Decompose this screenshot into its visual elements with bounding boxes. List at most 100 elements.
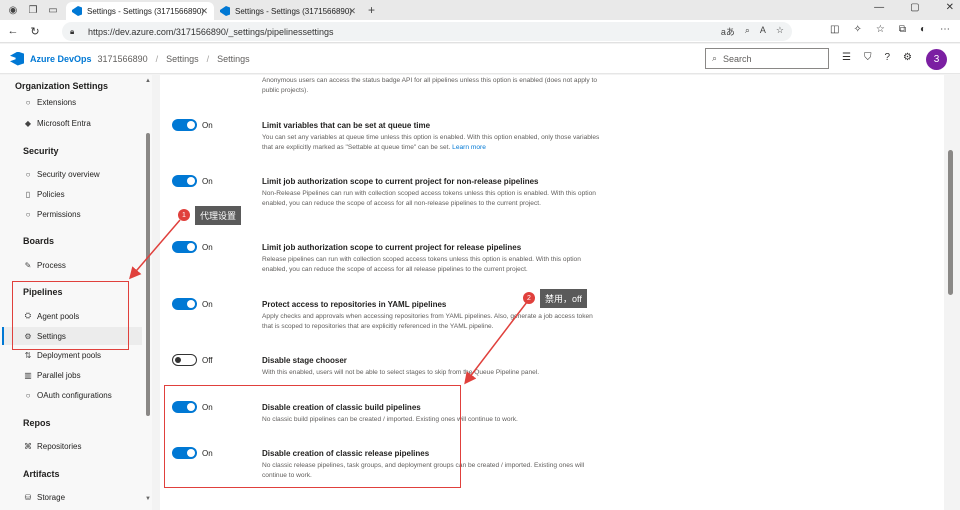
tab-title: Settings - Settings (3171566890)	[235, 6, 352, 16]
search-icon: ⌕	[712, 53, 718, 63]
sidebar-item-extensions[interactable]: ○ Extensions	[23, 98, 77, 107]
header-icons: ☰ ⛉ ? ⚙	[842, 52, 912, 63]
window-controls: — ▢ ✕	[874, 2, 954, 13]
reader-icon[interactable]: A	[760, 25, 766, 38]
option-description: You can set any variables at queue time …	[262, 133, 602, 153]
option-description: Release pipelines can run with collectio…	[262, 256, 581, 273]
sidebar-item-storage[interactable]: ⛁ Storage	[23, 493, 65, 502]
tab-title: Settings - Settings (3171566890)	[87, 6, 204, 16]
avatar[interactable]: 3	[926, 49, 947, 70]
minimize-icon[interactable]: —	[874, 2, 884, 13]
extensions-icon: ○	[25, 98, 31, 107]
sidebar-item-repositories[interactable]: ⌘ Repositories	[23, 442, 81, 451]
sidebar-item-deployment-pools[interactable]: ⇅ Deployment pools	[23, 351, 101, 360]
annotation-callout-2: 禁用，off	[540, 289, 587, 308]
sidebar-item-process[interactable]: ✎ Process	[23, 261, 66, 270]
sidebar-item-microsoft-entra[interactable]: ◆ Microsoft Entra	[23, 119, 91, 128]
browser-toolbar: ◫ ✧ ☆ ⧉ ◐ ⋯	[830, 24, 950, 35]
sidebar-item-label: Deployment pools	[37, 351, 102, 360]
sidebar-item-label: Security overview	[37, 170, 100, 179]
toggle-state: On	[202, 300, 213, 309]
policy-icon: ▯	[25, 190, 31, 199]
sidebar-item-label: Parallel jobs	[37, 371, 81, 380]
toggle-limit-scope-release[interactable]	[172, 241, 197, 253]
section-artifacts: Artifacts	[23, 469, 60, 479]
breadcrumb-current[interactable]: Settings	[217, 54, 250, 64]
breadcrumb-separator: /	[206, 53, 210, 64]
workspaces-icon[interactable]: ❐	[26, 3, 40, 17]
azure-devops-logo-icon[interactable]	[10, 51, 24, 66]
annotation-callout-1: 代理设置	[195, 206, 242, 225]
brand-name[interactable]: Azure DevOps	[30, 54, 92, 64]
search-input[interactable]: ⌕ Search	[705, 48, 829, 69]
search-placeholder: Search	[723, 53, 752, 64]
read-aloud-icon[interactable]: aあ	[721, 25, 735, 38]
close-window-icon[interactable]: ✕	[946, 2, 954, 13]
toggle-disable-stage-chooser[interactable]	[172, 354, 197, 366]
marketplace-icon[interactable]: ⛉	[864, 52, 872, 63]
url-field[interactable]: 🔒︎ https://dev.azure.com/3171566890/_set…	[62, 22, 792, 41]
azure-devops-favicon-icon	[220, 6, 230, 16]
new-tab-icon[interactable]: +	[368, 3, 375, 17]
browser-tabbar: ◉ ❐ ▭ Settings - Settings (3171566890) ✕…	[0, 0, 960, 20]
back-icon[interactable]: ←	[4, 25, 22, 37]
profile-icon[interactable]: ◉	[6, 3, 20, 17]
help-icon[interactable]: ?	[884, 52, 890, 63]
sidebar-item-label: OAuth configurations	[37, 391, 112, 400]
toggle-protect-repos-yaml[interactable]	[172, 298, 197, 310]
app-header: Azure DevOps 3171566890 / Settings / Set…	[0, 44, 960, 74]
toggle-state: On	[202, 177, 213, 186]
toggle-limit-variables[interactable]	[172, 119, 197, 131]
annotation-badge-2: 2	[523, 292, 535, 304]
toggle-state: On	[202, 121, 213, 130]
option-title: Limit variables that can be set at queue…	[262, 121, 431, 130]
maximize-icon[interactable]: ▢	[910, 2, 919, 13]
toggle-limit-scope-non-release[interactable]	[172, 175, 197, 187]
favorite-star-icon[interactable]: ☆	[776, 25, 784, 38]
parallel-icon: ▥	[24, 371, 32, 380]
extensions-browser-icon[interactable]: ✧	[853, 24, 861, 35]
sidebar-item-label: Extensions	[37, 98, 77, 107]
address-bar-row: ← ↻ 🔒︎ https://dev.azure.com/3171566890/…	[0, 20, 960, 43]
url-text: https://dev.azure.com/3171566890/_settin…	[88, 26, 334, 37]
sidebar-item-policies[interactable]: ▯ Policies	[23, 190, 65, 199]
section-security: Security	[23, 146, 59, 156]
option-description-text: You can set any variables at queue time …	[262, 134, 600, 151]
task-list-icon[interactable]: ☰	[842, 52, 851, 63]
refresh-icon[interactable]: ↻	[26, 25, 44, 38]
sidebar-item-oauth-configurations[interactable]: ○ OAuth configurations	[23, 391, 112, 400]
close-tab-icon[interactable]: ✕	[200, 6, 208, 17]
main-scrollbar[interactable]	[948, 150, 953, 295]
sidebar-item-label: Repositories	[37, 442, 82, 451]
option-description: With this enabled, users will not be abl…	[262, 369, 540, 376]
breadcrumb-settings[interactable]: Settings	[166, 54, 199, 64]
option-description: Non-Release Pipelines can run with colle…	[262, 190, 596, 207]
lock-icon[interactable]: 🔒︎	[70, 27, 80, 37]
close-tab-icon[interactable]: ✕	[348, 6, 356, 17]
learn-more-link[interactable]: Learn more	[452, 144, 486, 151]
storage-icon: ⛁	[24, 493, 32, 502]
sidebar-scrollbar[interactable]	[146, 133, 150, 416]
scroll-down-icon[interactable]: ▼	[145, 496, 151, 502]
more-icon[interactable]: ⋯	[940, 24, 950, 35]
breadcrumb-org[interactable]: 3171566890	[98, 54, 148, 64]
split-screen-icon[interactable]: ◫	[830, 24, 839, 35]
oauth-icon: ○	[25, 391, 31, 400]
collections-icon[interactable]: ⧉	[899, 24, 906, 35]
scroll-up-icon[interactable]: ▲	[145, 78, 151, 84]
favorites-icon[interactable]: ☆	[876, 24, 885, 35]
copilot-icon[interactable]: ◐	[920, 24, 926, 35]
entra-icon: ◆	[24, 119, 32, 128]
zoom-icon[interactable]: ⌕	[745, 25, 750, 38]
sidebar-header: Organization Settings	[15, 81, 109, 91]
sidebar-item-parallel-jobs[interactable]: ▥ Parallel jobs	[23, 371, 81, 380]
repo-icon: ⌘	[24, 442, 32, 451]
sidebar-item-security-overview[interactable]: ○ Security overview	[23, 170, 100, 179]
browser-tab[interactable]: Settings - Settings (3171566890) ✕	[214, 2, 362, 20]
sidebar-item-permissions[interactable]: ○ Permissions	[23, 210, 81, 219]
browser-tab-active[interactable]: Settings - Settings (3171566890) ✕	[66, 2, 214, 20]
shield-icon: ○	[25, 170, 31, 179]
tab-actions-icon[interactable]: ▭	[46, 3, 60, 17]
option-title: Disable stage chooser	[262, 356, 347, 365]
user-settings-icon[interactable]: ⚙	[903, 52, 912, 63]
